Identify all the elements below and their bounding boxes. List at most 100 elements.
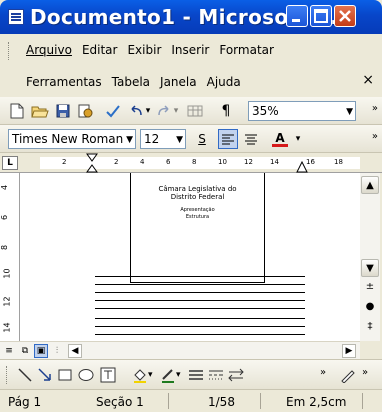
toolbar-options-icon[interactable]: » xyxy=(372,104,378,114)
standard-toolbar: ▾ ▾ ¶ 35% ▼ » xyxy=(0,97,382,125)
document-heading-1: Câmara Legislativa do xyxy=(158,185,237,193)
menu-exibir[interactable]: Exibir xyxy=(127,43,161,57)
close-document-button[interactable]: × xyxy=(362,72,374,88)
web-view-icon[interactable]: ⧉ xyxy=(18,344,32,358)
ruler-tick: 4 xyxy=(0,184,10,191)
print-layout-icon[interactable]: ▣ xyxy=(34,344,48,358)
close-button[interactable] xyxy=(334,5,356,27)
font-size-select[interactable]: 12 ▼ xyxy=(140,129,186,149)
ruler-tick: 12 xyxy=(244,158,253,166)
arrow-style-icon[interactable] xyxy=(228,368,244,382)
ruler-tick: 6 xyxy=(166,158,171,166)
maximize-button[interactable] xyxy=(310,5,332,27)
vertical-ruler: 4 6 8 10 12 14 xyxy=(0,173,20,341)
ruler-tick: 6 xyxy=(0,214,10,221)
menu-bar: Arquivo Editar Exibir Inserir Formatar F… xyxy=(0,34,382,98)
ruler-tick: 10 xyxy=(2,268,12,279)
menu-grip[interactable] xyxy=(8,42,11,60)
toolbar-options-icon[interactable]: » xyxy=(362,367,368,378)
line-color-dropdown[interactable]: ▾ xyxy=(176,370,181,380)
page-frame: Câmara Legislativa do Distrito Federal A… xyxy=(130,173,265,283)
line-tool-icon[interactable] xyxy=(18,368,32,382)
rectangle-tool-icon[interactable] xyxy=(58,368,72,382)
ruler-tick: 2 xyxy=(114,158,119,166)
minimize-icon xyxy=(292,19,300,22)
select-browse-object-icon[interactable]: ● xyxy=(361,297,379,315)
arrow-tool-icon[interactable] xyxy=(38,368,52,382)
reading-view-icon[interactable]: ⫶ xyxy=(50,344,64,358)
undo-icon[interactable] xyxy=(128,101,144,121)
tab-stop-selector[interactable]: L xyxy=(2,156,18,170)
open-folder-icon[interactable] xyxy=(30,101,50,121)
document-heading-2: Distrito Federal xyxy=(170,193,225,201)
font-size-value: 12 xyxy=(144,132,160,146)
text-line xyxy=(95,318,305,319)
toolbar-options-icon[interactable]: » xyxy=(320,367,326,378)
previous-page-button[interactable]: ± xyxy=(361,277,379,295)
chevron-down-icon: ▼ xyxy=(176,135,183,145)
spelling-icon[interactable] xyxy=(104,101,122,121)
line-style-icon[interactable] xyxy=(188,368,204,382)
ruler-tick: 4 xyxy=(140,158,145,166)
menu-editar[interactable]: Editar xyxy=(82,43,118,57)
permission-icon[interactable] xyxy=(76,101,94,121)
text-line xyxy=(95,284,305,285)
menu-formatar[interactable]: Formatar xyxy=(219,43,274,57)
fill-color-dropdown[interactable]: ▾ xyxy=(148,370,153,380)
toolbar-grip[interactable] xyxy=(6,366,9,384)
ruler-tick: 8 xyxy=(0,244,10,251)
chevron-down-icon: ▼ xyxy=(346,107,353,117)
menu-tabela[interactable]: Tabela xyxy=(112,75,150,89)
text-line xyxy=(95,326,305,327)
status-page-count: 1/58 xyxy=(208,395,235,409)
vertical-scrollbar[interactable]: ▲ ▼ ± ● ‡ xyxy=(360,173,380,348)
drawing-toolbar: ▾ ▾ » » xyxy=(0,359,382,389)
scroll-left-button[interactable]: ◀ xyxy=(68,344,82,358)
font-color-swatch xyxy=(272,143,288,147)
next-page-button[interactable]: ‡ xyxy=(361,317,379,335)
scroll-right-button[interactable]: ▶ xyxy=(342,344,356,358)
align-center-icon[interactable] xyxy=(242,129,260,149)
menu-janela[interactable]: Janela xyxy=(160,75,197,89)
word-document-icon[interactable] xyxy=(8,9,24,25)
minimize-button[interactable] xyxy=(286,5,308,27)
menu-ferramentas[interactable]: Ferramentas xyxy=(26,75,102,89)
insert-table-icon[interactable] xyxy=(186,101,204,121)
toolbar-options-icon[interactable]: » xyxy=(372,132,378,142)
indent-marker-icon[interactable] xyxy=(86,153,98,173)
dash-style-icon[interactable] xyxy=(208,368,224,382)
status-page: Pág 1 xyxy=(8,395,42,409)
font-color-button[interactable]: A xyxy=(268,129,292,149)
ruler-tick: 14 xyxy=(270,158,279,166)
redo-icon[interactable] xyxy=(156,101,172,121)
status-bar: Pág 1 Seção 1 1/58 Em 2,5cm xyxy=(0,389,382,412)
textbox-tool-icon[interactable] xyxy=(100,367,116,383)
font-color-dropdown[interactable]: ▾ xyxy=(294,129,302,149)
menu-ajuda[interactable]: Ajuda xyxy=(207,75,241,89)
ruler-tick: 18 xyxy=(334,158,343,166)
line-color-icon[interactable] xyxy=(160,367,176,383)
align-left-icon[interactable] xyxy=(218,129,238,149)
fill-color-icon[interactable] xyxy=(132,367,148,383)
underline-button[interactable]: S xyxy=(194,129,210,149)
oval-tool-icon[interactable] xyxy=(78,368,94,382)
scroll-down-button[interactable]: ▼ xyxy=(361,259,379,277)
save-icon[interactable] xyxy=(54,101,72,121)
menu-arquivo[interactable]: Arquivo xyxy=(26,43,72,57)
font-select[interactable]: Times New Roman ▼ xyxy=(8,129,136,149)
title-bar[interactable]: Documento1 - Microsoft ... xyxy=(0,0,382,34)
undo-dropdown[interactable]: ▾ xyxy=(144,101,152,121)
horizontal-scrollbar[interactable]: ≡ ⧉ ▣ ⫶ ◀ ▶ xyxy=(0,341,360,359)
show-formatting-button[interactable]: ¶ xyxy=(218,101,234,121)
ruler-tick: 2 xyxy=(62,158,67,166)
scroll-up-button[interactable]: ▲ xyxy=(361,176,379,194)
right-indent-marker-icon[interactable] xyxy=(296,161,308,173)
redo-dropdown[interactable]: ▾ xyxy=(172,101,180,121)
new-document-icon[interactable] xyxy=(8,101,26,121)
menu-inserir[interactable]: Inserir xyxy=(171,43,209,57)
normal-view-icon[interactable]: ≡ xyxy=(2,344,16,358)
ink-annotations-icon[interactable] xyxy=(340,367,356,383)
text-line xyxy=(95,308,305,309)
zoom-select[interactable]: 35% ▼ xyxy=(248,101,356,121)
close-icon xyxy=(339,10,351,22)
